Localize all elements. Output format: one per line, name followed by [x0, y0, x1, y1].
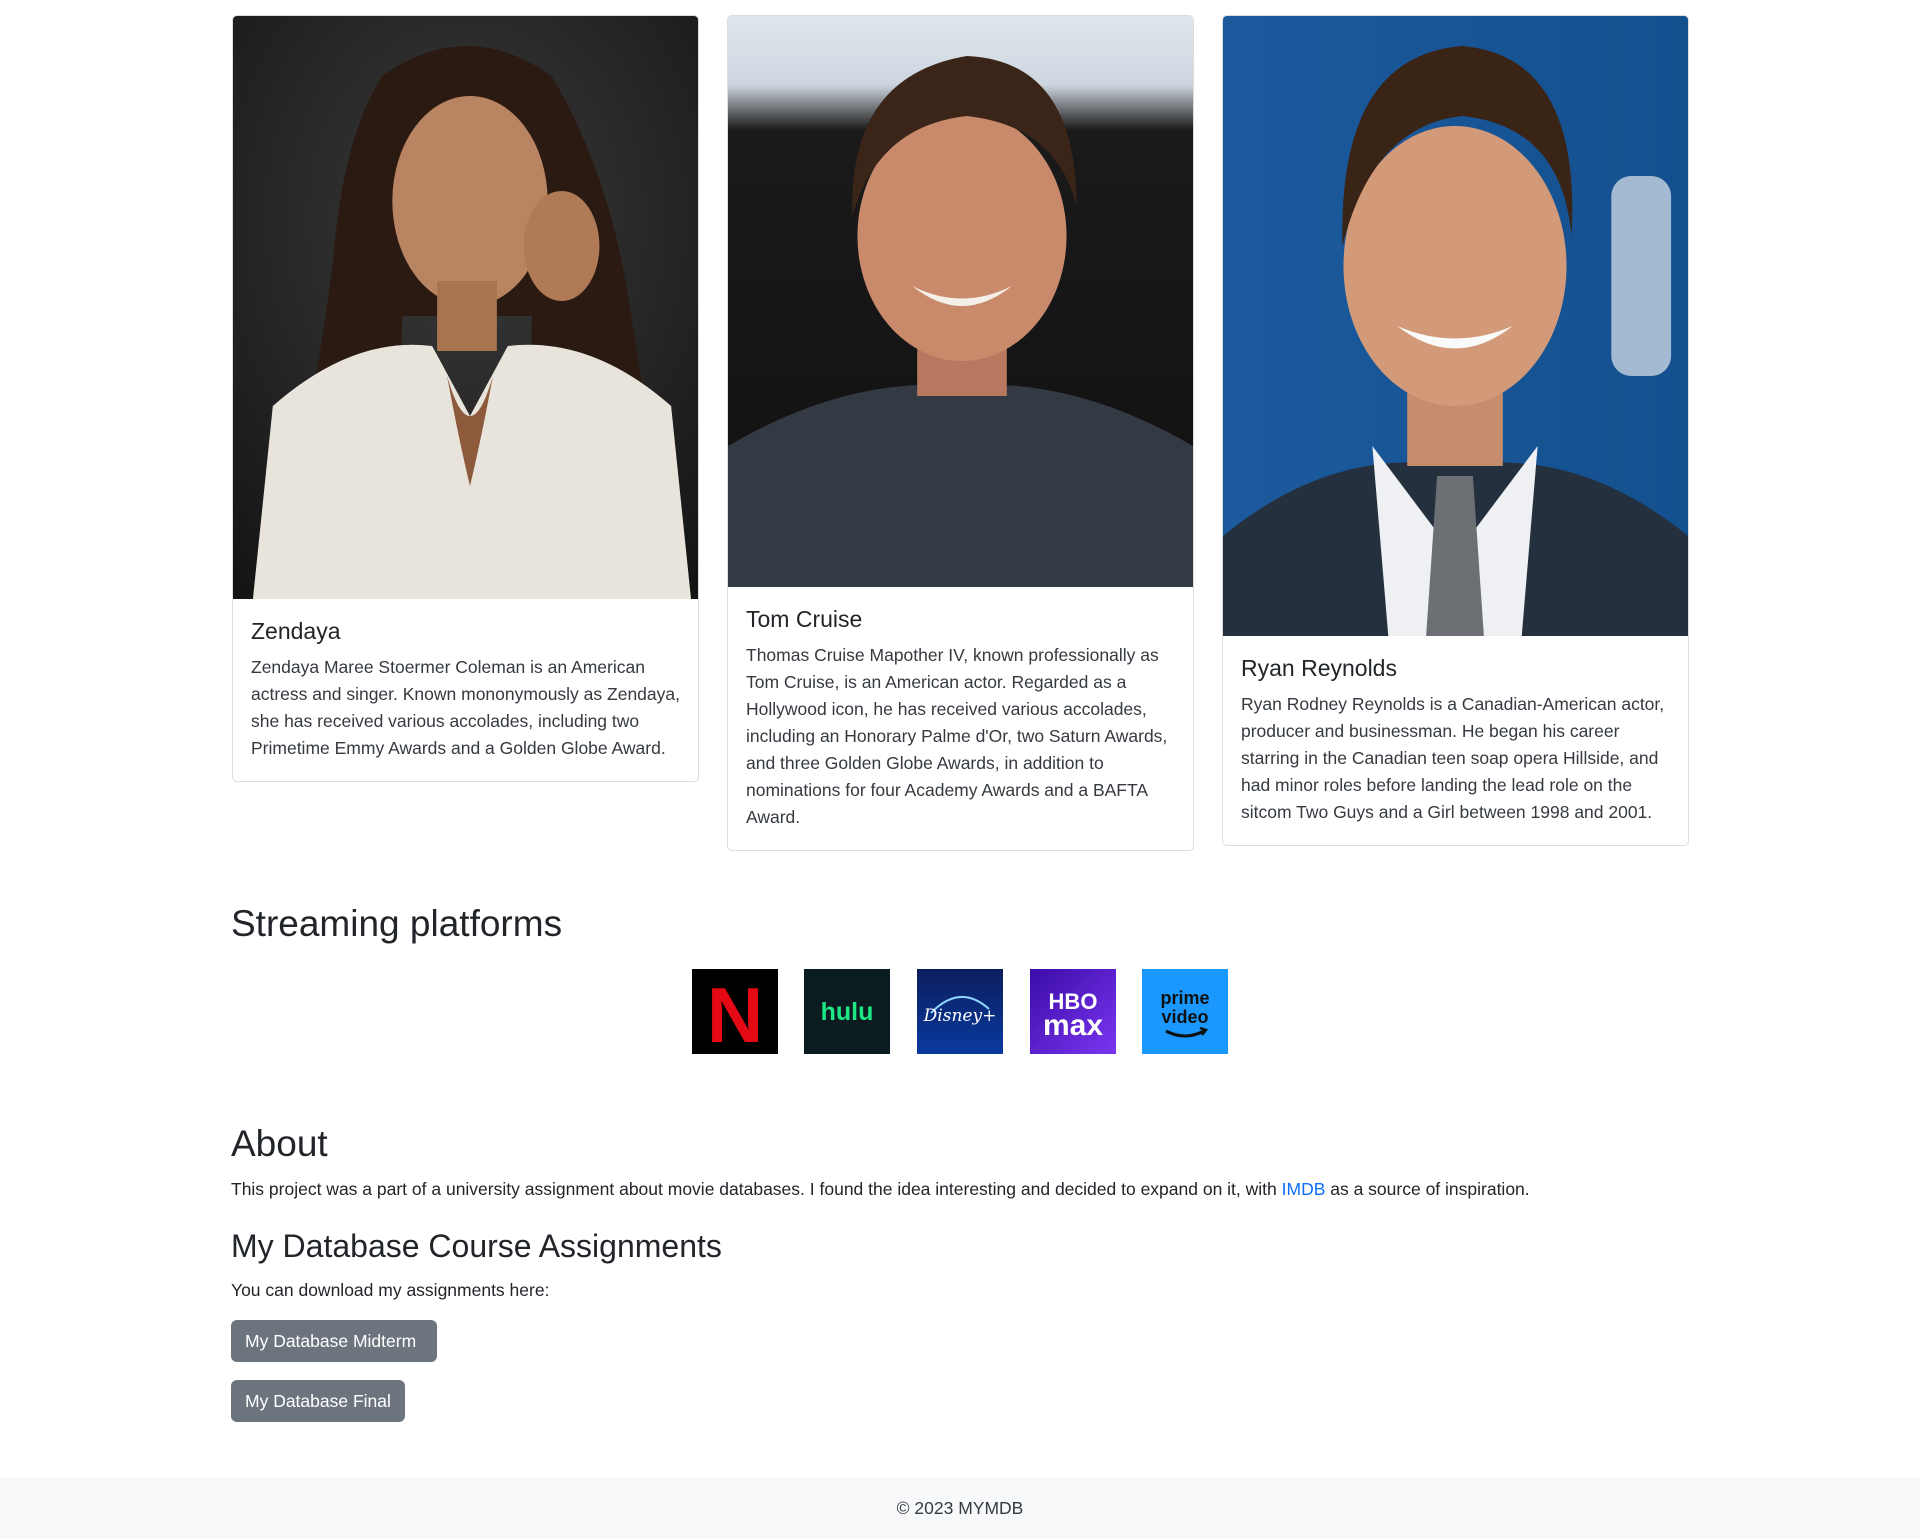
actor-name: Zendaya — [251, 618, 341, 644]
svg-text:N: N — [707, 971, 763, 1054]
svg-text:hulu: hulu — [821, 998, 874, 1026]
hbo-max-logo[interactable]: HBO max — [1030, 969, 1116, 1054]
svg-text:max: max — [1043, 1009, 1103, 1042]
about-text-after: as a source of inspiration. — [1325, 1179, 1530, 1199]
assignments-intro: You can download my assignments here: — [231, 1280, 550, 1300]
svg-text:video: video — [1161, 1007, 1208, 1027]
actor-name: Ryan Reynolds — [1241, 655, 1397, 681]
prime-video-logo[interactable]: prime video — [1142, 969, 1228, 1054]
actor-photo-ryan-reynolds — [1223, 16, 1688, 636]
actor-bio: Zendaya Maree Stoermer Coleman is an Ame… — [251, 656, 680, 758]
midterm-download-button[interactable]: My Database Midterm — [231, 1320, 437, 1362]
about-heading: About — [231, 1123, 328, 1164]
actor-card-tom-cruise: Tom Cruise Thomas Cruise Mapother IV, kn… — [727, 15, 1194, 851]
page: Zendaya Zendaya Maree Stoermer Coleman i… — [0, 0, 1920, 1539]
svg-text:Disney+: Disney+ — [923, 1006, 997, 1026]
about-text-before: This project was a part of a university … — [231, 1179, 1282, 1199]
assignments-heading: My Database Course Assignments — [231, 1228, 722, 1264]
actor-card-ryan-reynolds: Ryan Reynolds Ryan Rodney Reynolds is a … — [1222, 15, 1689, 846]
actor-photo-tom-cruise — [728, 16, 1193, 587]
about-text: This project was a part of a university … — [231, 1177, 1530, 1201]
actor-bio: Ryan Rodney Reynolds is a Canadian-Ameri… — [1241, 693, 1665, 822]
actor-photo-zendaya — [233, 16, 698, 599]
actor-card-zendaya: Zendaya Zendaya Maree Stoermer Coleman i… — [232, 15, 699, 782]
disney-plus-logo[interactable]: Disney+ — [917, 969, 1003, 1054]
svg-text:prime: prime — [1160, 988, 1209, 1008]
streaming-heading: Streaming platforms — [231, 903, 563, 944]
final-download-button[interactable]: My Database Final — [231, 1380, 405, 1422]
actor-name: Tom Cruise — [746, 606, 863, 632]
imdb-link[interactable]: IMDB — [1282, 1179, 1326, 1199]
netflix-logo[interactable]: N — [692, 969, 778, 1054]
footer: © 2023 MYMDB — [0, 1477, 1920, 1539]
actor-bio: Thomas Cruise Mapother IV, known profess… — [746, 644, 1168, 827]
hulu-logo[interactable]: hulu — [804, 969, 890, 1054]
